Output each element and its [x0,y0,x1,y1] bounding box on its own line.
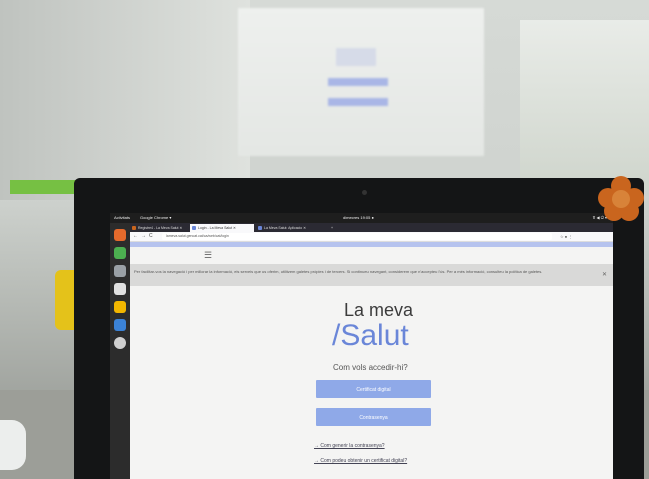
back-icon[interactable]: ← [133,233,138,240]
tab-favicon-icon [258,226,262,230]
tab-login[interactable]: Login - La Meva Salut ✕ [190,224,254,232]
address-bar[interactable]: lameva.salut.gencat.cat/ca/web/cat/login [162,233,552,240]
tab-favicon-icon [132,226,136,230]
tab-favicon-icon [192,226,196,230]
wall-area [0,0,250,200]
launcher-dock [110,223,130,479]
webcam [362,190,367,195]
tab-registre[interactable]: Registre4 - La Meva Salut ✕ [130,224,188,232]
projected-screen [238,8,484,156]
window-light [520,20,649,190]
tab-label: Login - La Meva Salut ✕ [198,226,236,230]
certificat-digital-button[interactable]: Certificat digital [316,380,431,398]
web-page: ☰ Per facilitar-vos la navegació i per m… [130,242,613,479]
password-help-link[interactable]: → Com generir la contrasenya? [314,443,385,449]
cookie-banner: Per facilitar-vos la navegació i per mil… [130,264,613,286]
toolbar-actions[interactable]: ☆ ● ⋮ [560,233,572,240]
page-title-line2: /Salut [332,319,409,352]
gov-header-strip [130,242,613,247]
activities-button[interactable]: Activitats [114,213,130,223]
forward-icon[interactable]: → [141,233,146,240]
tab-aplicacio[interactable]: La Meva Salut: Aplicacio ✕ [256,224,326,232]
tab-label: Registre4 - La Meva Salut ✕ [138,226,183,230]
writer-icon[interactable] [114,319,126,331]
browser-toolbar: ← → C lameva.salut.gencat.cat/ca/web/cat… [130,232,613,242]
white-cup [0,420,26,470]
reload-icon[interactable]: C [149,233,153,240]
flower-ornament [598,176,644,222]
certificate-help-link[interactable]: → Com podeu obtenir un certificat digita… [314,458,407,464]
firefox-icon[interactable] [114,229,126,241]
tab-label: La Meva Salut: Aplicacio ✕ [264,226,307,230]
menu-icon[interactable]: ☰ [204,251,212,260]
files-icon[interactable] [114,265,126,277]
help-icon[interactable] [114,337,126,349]
clock[interactable]: dimecres 19:05 ● [343,213,374,223]
projected-button [328,98,388,106]
projected-title [336,48,376,66]
close-icon[interactable]: ✕ [602,271,607,278]
projected-button [328,78,388,86]
access-question: Com vols accedir-hi? [333,363,408,372]
page-title-line1: La meva [344,300,414,320]
chrome-icon[interactable] [114,247,126,259]
new-tab-button[interactable]: + [328,224,340,232]
cookie-notice-text: Per facilitar-vos la navegació i per mil… [134,269,543,274]
laptop-screen: Activitats Google Chrome ▾ dimecres 19:0… [110,213,613,479]
contrasenya-button[interactable]: Contrasenya [316,408,431,426]
system-top-panel: Activitats Google Chrome ▾ dimecres 19:0… [110,213,613,223]
app-menu[interactable]: Google Chrome ▾ [140,213,171,223]
browser-tab-strip: Registre4 - La Meva Salut ✕ Login - La M… [130,223,613,232]
software-icon[interactable] [114,283,126,295]
impress-icon[interactable] [114,301,126,313]
